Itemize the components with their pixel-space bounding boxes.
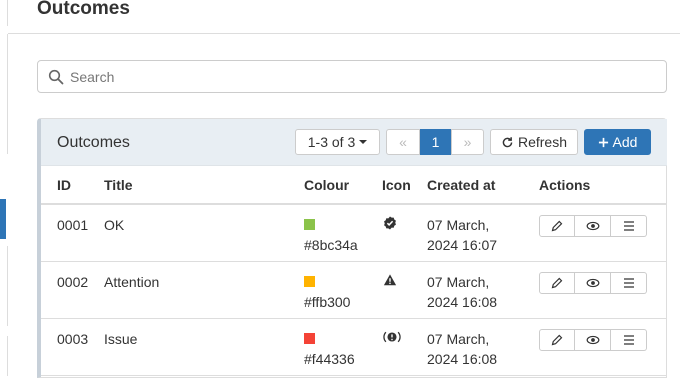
previous-page-button[interactable]: « — [386, 129, 420, 155]
rail-active-indicator[interactable] — [0, 199, 6, 239]
table-header-row: ID Title Colour Icon Created at Actions — [41, 166, 667, 205]
colour-swatch — [304, 275, 315, 287]
column-header-actions: Actions — [539, 166, 667, 205]
cell-icon — [382, 204, 427, 262]
table-row: 0002 Attention #ffb300 07 March, 2024 16… — [41, 261, 667, 319]
colour-swatch — [304, 332, 315, 344]
warning-icon — [383, 273, 397, 285]
menu-button[interactable] — [611, 328, 647, 351]
cell-title: Issue — [104, 318, 304, 376]
cell-created-at: 07 March, 2024 16:08 — [427, 261, 539, 319]
page-header: Outcomes — [8, 0, 680, 34]
cell-actions — [539, 204, 667, 262]
created-time: 2024 16:08 — [427, 350, 498, 367]
edit-button[interactable] — [539, 271, 575, 294]
page-1-button[interactable]: 1 — [420, 129, 451, 155]
add-button[interactable]: Add — [584, 129, 651, 155]
view-button[interactable] — [575, 215, 611, 237]
colour-value: #ffb300 — [304, 293, 351, 310]
menu-button[interactable] — [611, 215, 647, 237]
cell-icon — [382, 318, 427, 376]
cell-colour: #f44336 — [304, 318, 382, 376]
cell-icon — [382, 261, 427, 319]
eye-icon — [586, 335, 599, 344]
rail-divider — [7, 34, 8, 154]
column-header-icon[interactable]: Icon — [382, 166, 427, 205]
exclamation-circle-icon — [383, 331, 401, 342]
search-input[interactable] — [70, 62, 660, 91]
colour-swatch — [304, 219, 315, 230]
cell-created-at: 07 March, 2024 16:07 — [427, 204, 539, 262]
pencil-icon — [551, 220, 563, 232]
column-header-title[interactable]: Title — [104, 166, 304, 205]
edit-button[interactable] — [539, 215, 575, 237]
pencil-icon — [551, 277, 563, 288]
created-date: 07 March, — [427, 330, 490, 347]
panel-header: Outcomes 1-3 of 3 « 1 » Refresh Add — [41, 119, 667, 166]
refresh-button[interactable]: Refresh — [490, 129, 578, 155]
left-sidebar-rail — [0, 0, 8, 376]
refresh-icon — [502, 136, 513, 147]
created-time: 2024 16:07 — [427, 237, 498, 253]
cell-colour: #8bc34a — [304, 204, 382, 262]
outcomes-table: ID Title Colour Icon Created at Actions … — [41, 166, 667, 376]
cell-title: Attention — [104, 261, 304, 319]
cell-actions — [539, 318, 667, 376]
double-chevron-right-icon: » — [463, 134, 472, 150]
next-page-button[interactable]: » — [451, 129, 484, 155]
cell-id: 0003 — [41, 318, 104, 376]
table-row: 0003 Issue #f44336 07 March, 2024 16:08 — [41, 318, 667, 376]
page-size-dropdown[interactable]: 1-3 of 3 — [295, 129, 380, 155]
refresh-label: Refresh — [517, 134, 568, 150]
panel-title: Outcomes — [57, 134, 130, 151]
outcomes-panel: Outcomes 1-3 of 3 « 1 » Refresh Add ID T… — [37, 118, 667, 378]
rail-divider — [7, 336, 8, 376]
rail-divider — [7, 246, 8, 326]
caret-down-icon — [359, 140, 368, 144]
check-circle-icon — [384, 216, 396, 230]
menu-button[interactable] — [611, 271, 647, 294]
search-box[interactable] — [37, 60, 667, 93]
pencil-icon — [551, 334, 563, 345]
cell-actions — [539, 261, 667, 319]
hamburger-icon — [623, 334, 634, 345]
view-button[interactable] — [575, 271, 611, 294]
created-date: 07 March, — [427, 217, 490, 233]
created-date: 07 March, — [427, 273, 490, 290]
hamburger-icon — [623, 221, 634, 231]
double-chevron-left-icon: « — [399, 134, 407, 150]
search-icon — [48, 69, 64, 85]
add-label: Add — [612, 134, 638, 150]
column-header-colour[interactable]: Colour — [304, 166, 382, 205]
pager-count-label: 1-3 of 3 — [307, 134, 356, 150]
edit-button[interactable] — [539, 328, 575, 351]
cell-id: 0002 — [41, 261, 104, 319]
cell-colour: #ffb300 — [304, 261, 382, 319]
page-number: 1 — [431, 134, 440, 150]
cell-id: 0001 — [41, 204, 104, 262]
hamburger-icon — [623, 277, 634, 288]
plus-icon — [598, 137, 608, 147]
colour-value: #f44336 — [304, 350, 355, 367]
colour-value: #8bc34a — [304, 237, 358, 253]
pagination: « 1 » — [386, 129, 484, 155]
cell-created-at: 07 March, 2024 16:08 — [427, 318, 539, 376]
page-title: Outcomes — [37, 0, 130, 19]
eye-icon — [586, 278, 599, 287]
created-time: 2024 16:08 — [427, 293, 498, 310]
table-row: 0001 OK #8bc34a 07 March, 2024 16:07 — [41, 204, 667, 262]
view-button[interactable] — [575, 328, 611, 351]
eye-icon — [586, 221, 599, 231]
column-header-created-at[interactable]: Created at — [427, 166, 539, 205]
column-header-id[interactable]: ID — [41, 166, 104, 205]
cell-title: OK — [104, 204, 304, 262]
